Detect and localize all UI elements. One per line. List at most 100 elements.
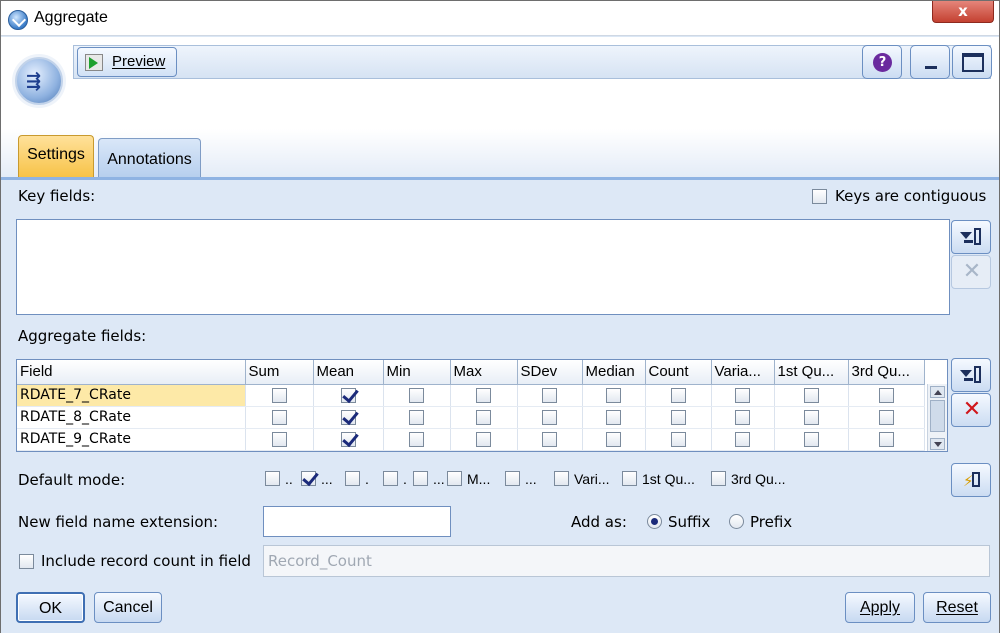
column-header[interactable]: Sum	[245, 360, 314, 385]
aggregate-dialog: Aggregate x ⇶ Preview ? Settings Annotat…	[0, 0, 1000, 633]
stat-checkbox[interactable]	[735, 431, 750, 447]
scroll-down-arrow[interactable]	[930, 438, 945, 450]
stat-checkbox[interactable]	[340, 431, 356, 447]
stat-checkbox[interactable]	[735, 409, 750, 425]
field-name-cell[interactable]: RDATE_8_CRate	[17, 406, 246, 429]
close-button[interactable]: x	[932, 1, 994, 23]
column-header[interactable]: Min	[383, 360, 451, 385]
stat-checkbox[interactable]	[476, 431, 491, 447]
stat-checkbox[interactable]	[878, 431, 894, 447]
table-row[interactable]: RDATE_8_CRate	[17, 406, 925, 429]
aggregate-fields-table: Field Sum Mean Min Max SDev Median Count…	[16, 359, 948, 452]
default-mode-checkbox[interactable]	[447, 471, 462, 486]
stat-checkbox[interactable]	[803, 431, 819, 447]
remove-key-field-button[interactable]: ✕	[951, 255, 991, 289]
record-count-field-input[interactable]	[263, 545, 990, 577]
column-header[interactable]: 1st Qu...	[774, 360, 849, 385]
stat-checkbox[interactable]	[409, 387, 424, 403]
maximize-button[interactable]	[952, 45, 992, 79]
stat-cell	[245, 384, 314, 407]
stat-checkbox[interactable]	[670, 387, 686, 403]
preview-button[interactable]: Preview	[77, 47, 177, 77]
stat-checkbox[interactable]	[542, 409, 557, 425]
stat-checkbox[interactable]	[340, 409, 356, 425]
key-fields-list[interactable]	[16, 219, 950, 315]
stat-checkbox[interactable]	[670, 431, 686, 447]
default-mode-checkbox[interactable]	[265, 471, 280, 486]
tab-settings[interactable]: Settings	[18, 135, 94, 177]
default-mode-label: Default mode:	[18, 471, 126, 489]
column-header[interactable]: SDev	[517, 360, 583, 385]
stat-checkbox[interactable]	[542, 431, 557, 447]
tab-annotations[interactable]: Annotations	[98, 138, 201, 177]
stat-checkbox[interactable]	[670, 409, 686, 425]
stat-checkbox[interactable]	[476, 409, 491, 425]
default-mode-checkbox[interactable]	[345, 471, 360, 486]
default-mode-option-label: 3rd Qu...	[731, 471, 786, 487]
table-row[interactable]: RDATE_7_CRate	[17, 384, 925, 407]
default-mode-option-label: .	[365, 471, 369, 487]
help-button[interactable]: ?	[862, 45, 902, 79]
stat-checkbox[interactable]	[606, 431, 621, 447]
default-mode-checkbox[interactable]	[505, 471, 520, 486]
column-header[interactable]: Field	[17, 360, 246, 385]
keys-contiguous-checkbox[interactable]	[812, 189, 827, 204]
cancel-button[interactable]: Cancel	[94, 592, 162, 623]
stat-checkbox[interactable]	[803, 409, 819, 425]
stat-cell	[383, 406, 451, 429]
column-header[interactable]: Mean	[313, 360, 384, 385]
window-title: Aggregate	[34, 9, 108, 26]
pick-key-fields-button[interactable]	[951, 220, 991, 254]
stat-checkbox[interactable]	[542, 387, 557, 403]
default-mode-option-label: ...	[321, 471, 333, 487]
stat-cell	[313, 406, 384, 429]
stat-checkbox[interactable]	[271, 409, 287, 425]
stat-checkbox[interactable]	[803, 387, 819, 403]
pick-aggregate-fields-button[interactable]	[951, 358, 991, 392]
field-name-cell[interactable]: RDATE_9_CRate	[17, 428, 246, 451]
apply-default-mode-button[interactable]: ⚡	[951, 463, 991, 497]
column-header[interactable]: Count	[645, 360, 712, 385]
reset-button[interactable]: Reset	[923, 592, 991, 623]
default-mode-checkbox[interactable]	[413, 471, 428, 486]
stat-checkbox[interactable]	[409, 409, 424, 425]
default-mode-checkbox[interactable]	[383, 471, 398, 486]
suffix-radio[interactable]	[647, 514, 662, 529]
table-row[interactable]: RDATE_9_CRate	[17, 428, 925, 451]
reset-label: Reset	[936, 599, 978, 616]
ok-button[interactable]: OK	[16, 592, 85, 623]
stat-checkbox[interactable]	[409, 431, 424, 447]
default-mode-checkbox[interactable]	[711, 471, 726, 486]
apply-button[interactable]: Apply	[845, 592, 915, 623]
extension-input[interactable]	[263, 506, 451, 537]
column-header[interactable]: Varia...	[711, 360, 775, 385]
default-mode-option-label: 1st Qu...	[642, 471, 695, 487]
stat-cell	[711, 406, 775, 429]
default-mode-checkbox[interactable]	[622, 471, 637, 486]
stat-checkbox[interactable]	[878, 409, 894, 425]
stat-checkbox[interactable]	[271, 431, 287, 447]
stat-checkbox[interactable]	[340, 387, 356, 403]
field-name-cell[interactable]: RDATE_7_CRate	[17, 384, 246, 407]
minimize-button[interactable]	[910, 45, 950, 79]
stat-cell	[848, 406, 925, 429]
column-header[interactable]: Median	[582, 360, 646, 385]
include-record-count-checkbox[interactable]	[19, 554, 34, 569]
stat-checkbox[interactable]	[606, 409, 621, 425]
scroll-thumb[interactable]	[930, 400, 945, 432]
stat-checkbox[interactable]	[476, 387, 491, 403]
stat-checkbox[interactable]	[878, 387, 894, 403]
default-mode-checkbox[interactable]	[554, 471, 569, 486]
stat-checkbox[interactable]	[271, 387, 287, 403]
column-header[interactable]: Max	[450, 360, 518, 385]
stat-checkbox[interactable]	[735, 387, 750, 403]
title-bar: Aggregate x	[1, 1, 999, 36]
remove-aggregate-field-button[interactable]: ✕	[951, 393, 991, 427]
stat-checkbox[interactable]	[606, 387, 621, 403]
column-header[interactable]: 3rd Qu...	[848, 360, 925, 385]
scroll-up-arrow[interactable]	[930, 386, 945, 398]
default-mode-checkbox[interactable]	[301, 471, 316, 486]
include-record-count-label: Include record count in field	[41, 552, 251, 570]
table-scrollbar[interactable]	[927, 384, 947, 451]
prefix-radio[interactable]	[729, 514, 744, 529]
